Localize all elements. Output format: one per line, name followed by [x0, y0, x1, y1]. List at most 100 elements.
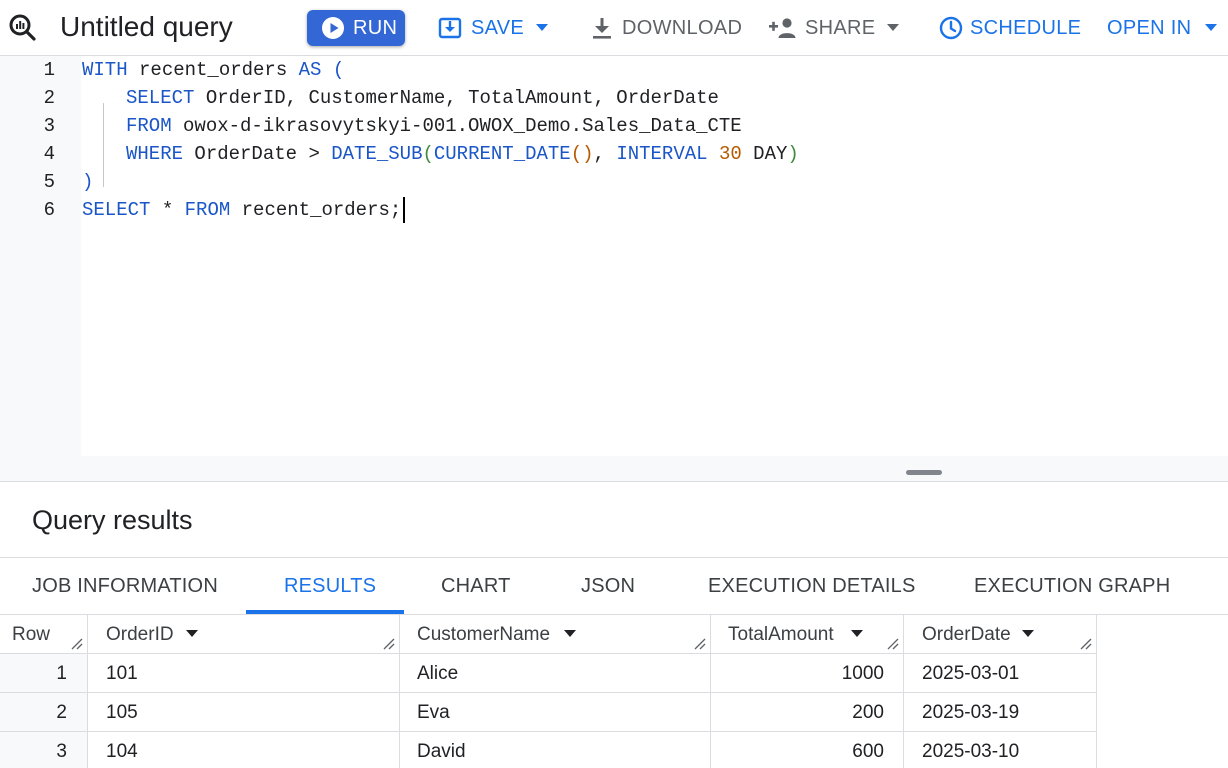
tab-execution-graph[interactable]: EXECUTION GRAPH — [974, 558, 1170, 615]
line-number: 6 — [43, 199, 55, 221]
caret-down-icon — [536, 24, 549, 31]
schedule-button[interactable]: SCHEDULE — [939, 10, 1081, 46]
code-line: SELECT OrderID, CustomerName, TotalAmoun… — [82, 84, 799, 131]
code-token-keyword: SELECT — [82, 199, 151, 221]
column-header-orderid[interactable]: OrderID — [88, 615, 400, 654]
resize-grip-icon[interactable] — [887, 638, 899, 650]
code-line: SELECT * FROM recent_orders; — [82, 196, 799, 224]
code-token-keyword: FROM — [184, 199, 231, 221]
clock-icon — [939, 16, 963, 40]
tab-chart[interactable]: CHART — [441, 558, 511, 615]
code-token-paren: () — [570, 143, 594, 165]
tab-json[interactable]: JSON — [581, 558, 635, 615]
table-cell[interactable]: Alice — [400, 654, 711, 693]
code-token-paren: ( — [332, 59, 345, 81]
download-button[interactable]: DOWNLOAD — [591, 10, 742, 46]
sort-down-icon[interactable] — [1022, 630, 1034, 638]
table-cell[interactable]: Eva — [400, 693, 711, 732]
table-cell[interactable]: 105 — [88, 693, 400, 732]
table-cell[interactable]: 600 — [711, 732, 904, 768]
run-button-label: RUN — [353, 16, 398, 39]
person-add-icon — [769, 18, 796, 38]
table-cell[interactable]: 200 — [711, 693, 904, 732]
table-cell[interactable]: 1000 — [711, 654, 904, 693]
code-token-paren: ) — [82, 171, 94, 193]
row-number: 3 — [0, 732, 88, 768]
column-header-totalamount[interactable]: TotalAmount — [711, 615, 904, 654]
code-token-identifier: DAY — [753, 143, 788, 165]
code-token-number: 30 — [718, 143, 742, 165]
table-cell[interactable]: 2025-03-10 — [904, 732, 1097, 768]
column-header-row[interactable]: Row — [0, 615, 88, 654]
run-button[interactable]: RUN — [307, 10, 405, 46]
column-header-label: TotalAmount — [728, 624, 834, 645]
editor-resize-bar[interactable] — [0, 456, 1228, 482]
code-token-keyword: WITH — [82, 59, 128, 81]
line-numbers: 1 2 3 4 5 6 — [0, 56, 81, 224]
schedule-button-label: SCHEDULE — [970, 16, 1082, 39]
caret-down-icon — [1205, 24, 1218, 31]
sql-editor[interactable]: 1 2 3 4 5 6 WITH recent_orders AS ( SELE… — [0, 56, 1228, 456]
code-token-identifier: recent_orders — [139, 59, 288, 81]
resize-grip-icon[interactable] — [1080, 638, 1092, 650]
results-header: Query results — [0, 482, 1228, 558]
column-header-customername[interactable]: CustomerName — [400, 615, 711, 654]
table-cell[interactable]: 2025-03-19 — [904, 693, 1097, 732]
text-cursor — [403, 196, 406, 223]
query-toolbar: Untitled query RUN SAVE DOWNLOAD SHARE S… — [0, 0, 1228, 56]
code-token-identifier: OrderDate > — [194, 143, 320, 165]
code-area[interactable]: WITH recent_orders AS ( SELECT OrderID, … — [82, 56, 799, 224]
tab-execution-details[interactable]: EXECUTION DETAILS — [708, 558, 916, 615]
save-icon — [438, 17, 462, 39]
open-in-button[interactable]: OPEN IN — [1107, 10, 1218, 46]
resize-grip-icon[interactable] — [383, 638, 395, 650]
active-tab-indicator — [246, 610, 404, 614]
save-button[interactable]: SAVE — [438, 10, 549, 46]
column-header-label: CustomerName — [417, 624, 551, 645]
resize-grip-icon[interactable] — [694, 638, 706, 650]
results-title: Query results — [32, 505, 193, 535]
open-in-button-label: OPEN IN — [1107, 16, 1192, 39]
code-token-paren: ( — [422, 143, 434, 165]
share-button[interactable]: SHARE — [769, 10, 900, 46]
table-cell[interactable]: 101 — [88, 654, 400, 693]
drag-handle-icon[interactable] — [906, 470, 942, 475]
line-number: 5 — [43, 171, 55, 193]
line-number: 3 — [43, 115, 55, 137]
caret-down-icon — [887, 24, 900, 31]
code-token-function: DATE_SUB — [331, 143, 423, 165]
code-token-function: CURRENT_DATE — [433, 143, 571, 165]
code-line: ) — [82, 168, 799, 196]
sort-down-icon[interactable] — [564, 630, 576, 638]
code-token-keyword: FROM — [126, 115, 172, 137]
query-title[interactable]: Untitled query — [60, 10, 233, 44]
column-header-label: Row — [12, 624, 51, 645]
table-cell[interactable]: David — [400, 732, 711, 768]
code-token-identifier: recent_orders — [241, 199, 390, 221]
resize-grip-icon[interactable] — [71, 638, 83, 650]
code-token-keyword: SELECT — [126, 87, 195, 109]
results-tabs: JOB INFORMATION RESULTS CHART JSON EXECU… — [0, 558, 1228, 615]
code-line: FROM owox-d-ikrasovytskyi-001.OWOX_Demo.… — [82, 112, 799, 159]
download-button-label: DOWNLOAD — [622, 16, 743, 39]
code-token-punct: , — [593, 143, 605, 165]
code-line: WITH recent_orders AS ( — [82, 56, 799, 84]
query-magnifier-icon — [9, 14, 36, 41]
tab-results[interactable]: RESULTS — [284, 558, 376, 615]
code-token-operator: * — [161, 199, 174, 221]
code-token-keyword: WHERE — [126, 143, 184, 165]
code-line: WHERE OrderDate > DATE_SUB(CURRENT_DATE(… — [82, 140, 799, 187]
table-cell[interactable]: 104 — [88, 732, 400, 768]
sort-down-icon[interactable] — [851, 630, 863, 638]
table-cell[interactable]: 2025-03-01 — [904, 654, 1097, 693]
play-circle-icon — [322, 17, 344, 39]
code-token-keyword: INTERVAL — [616, 143, 708, 165]
sort-down-icon[interactable] — [186, 630, 198, 638]
row-number: 2 — [0, 693, 88, 732]
line-number: 1 — [43, 59, 55, 81]
column-header-label: OrderDate — [922, 624, 1011, 645]
share-button-label: SHARE — [805, 16, 876, 39]
code-token-identifier: OrderID, CustomerName, TotalAmount, Orde… — [205, 87, 719, 109]
tab-job-information[interactable]: JOB INFORMATION — [32, 558, 218, 615]
column-header-orderdate[interactable]: OrderDate — [904, 615, 1097, 654]
